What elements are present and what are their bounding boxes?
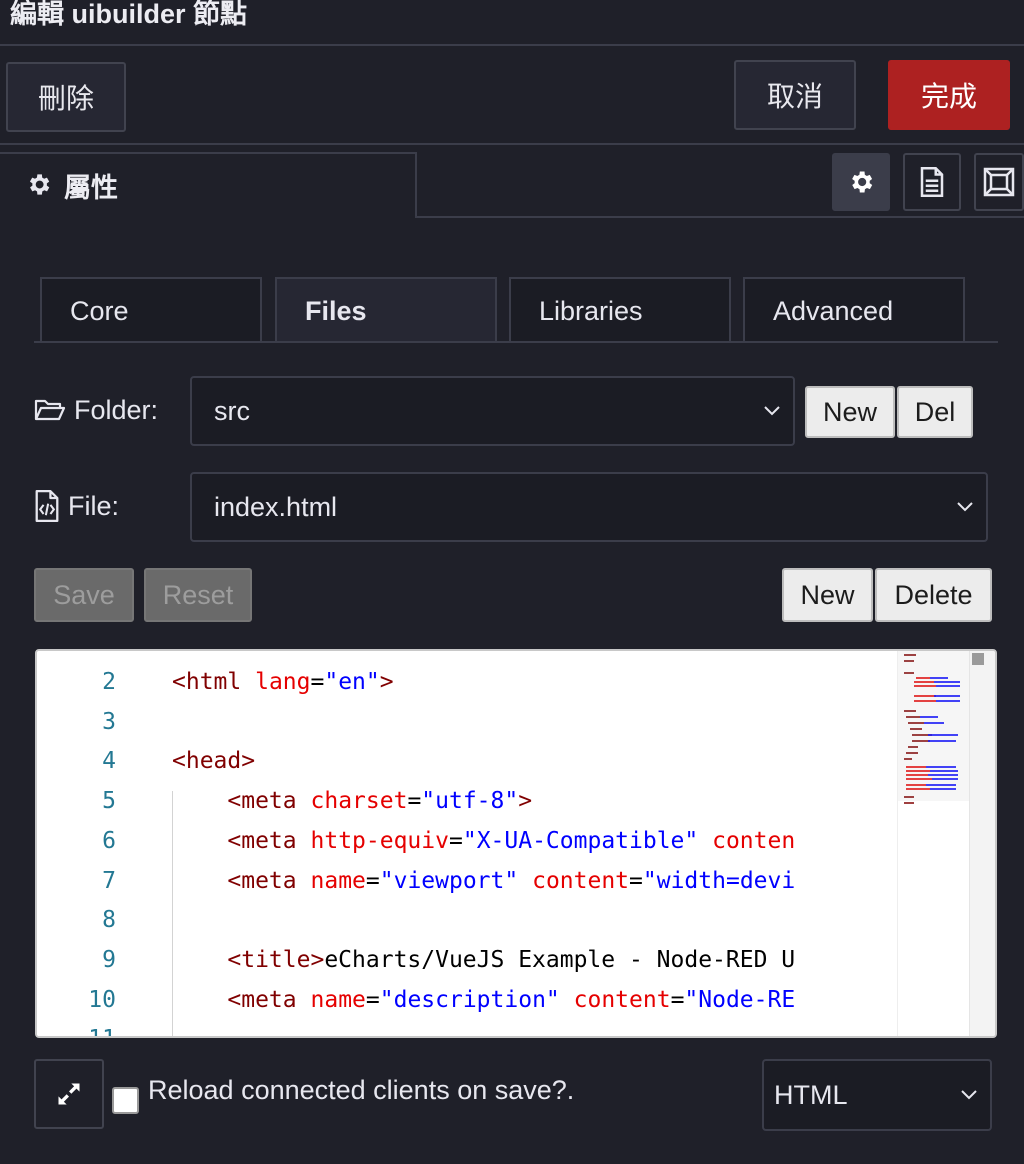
file-new-button[interactable]: New [782,568,873,622]
language-select-value: HTML [774,1079,848,1110]
document-icon [920,167,944,197]
code-file-icon [35,490,59,522]
file-label: File: [34,486,119,526]
tab-files[interactable]: Files [275,277,497,343]
code-line: <html lang="en"> [172,669,394,695]
frame-icon [983,167,1015,197]
code-line: <meta http-equiv="X-UA-Compatible" conte… [227,827,796,854]
editor-gutter: 2 3 4 5 6 7 8 9 10 11 [37,651,132,1036]
done-button[interactable]: 完成 [888,60,1010,130]
cancel-button[interactable]: 取消 [734,60,856,130]
tab-advanced[interactable]: Advanced [743,277,965,343]
reset-button[interactable]: Reset [144,568,252,622]
line-number: 8 [102,907,116,934]
line-number: 4 [102,748,116,775]
code-line: <meta charset="utf-8"> [227,788,533,815]
minimap-slider[interactable] [898,651,970,801]
expand-arrows-icon [58,1083,80,1105]
editor-partial-line [172,651,412,655]
line-number: 11 [56,1026,116,1036]
language-select[interactable]: HTML [762,1059,992,1131]
editor-scrollbar-thumb[interactable] [972,653,984,665]
code-editor[interactable]: 2 3 4 5 6 7 8 9 10 11 <html lang="en"> <head> <met… [35,649,997,1038]
reload-clients-label: Reload connected clients on save?. [148,1075,575,1105]
line-number: 7 [102,867,116,894]
tab-properties[interactable] [0,152,417,218]
code-line: <head> [172,748,256,775]
folder-label-text: Folder: [74,394,159,425]
folder-delete-button[interactable]: Del [897,386,973,438]
editor-scrollbar[interactable] [969,651,995,1036]
tab-core[interactable]: Core [40,277,262,343]
file-label-text: File: [68,490,120,521]
line-number: 2 [102,669,116,695]
gear-icon [29,174,50,195]
tab-strip-divider [415,216,1024,218]
file-delete-button[interactable]: Delete [875,568,992,622]
line-number: 6 [102,827,116,854]
header-divider [0,143,1024,145]
code-line: <title>eCharts/VueJS Example - Node-RED … [227,946,796,973]
line-number: 3 [102,708,116,735]
folder-open-icon [34,399,66,421]
chevron-down-icon [957,502,973,512]
gear-icon [852,171,873,193]
file-select[interactable]: index.html [190,472,988,542]
editor-minimap[interactable] [897,651,970,1036]
chevron-down-icon [961,1090,977,1100]
line-number: 5 [102,788,116,815]
code-line: <meta name="viewport" content="width=dev… [227,867,796,894]
file-select-value: index.html [214,491,338,522]
settings-tab-button[interactable] [832,153,890,211]
delete-button[interactable]: 刪除 [6,62,126,132]
folder-label: Folder: [34,390,158,430]
description-tab-button[interactable] [903,153,961,211]
tab-properties-label: 屬性 [64,173,118,203]
folder-select[interactable]: src [190,376,795,446]
reload-clients-checkbox[interactable] [112,1087,139,1114]
tab-libraries[interactable]: Libraries [509,277,731,343]
save-button[interactable]: Save [34,568,134,622]
chevron-down-icon [764,406,780,416]
folder-new-button[interactable]: New [805,386,895,438]
subtab-divider [34,341,998,343]
expand-editor-button[interactable] [34,1059,104,1129]
line-number: 10 [88,986,116,1013]
dialog-title: 編輯 uibuilder 節點 [10,0,248,29]
title-bar: 編輯 uibuilder 節點 [0,0,1024,46]
folder-select-value: src [214,395,250,426]
line-number: 9 [102,946,116,973]
appearance-tab-button[interactable] [974,153,1024,211]
code-line: <meta name="description" content="Node-R… [227,986,796,1013]
